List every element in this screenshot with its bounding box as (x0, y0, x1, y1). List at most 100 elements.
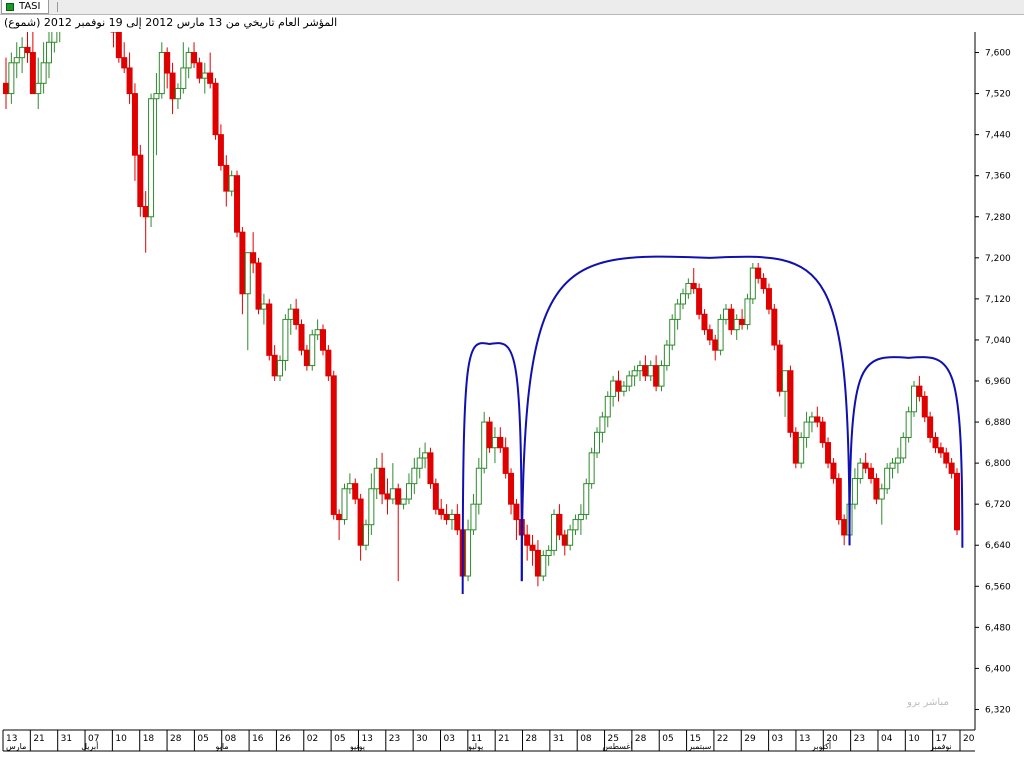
candle-body (868, 467, 875, 480)
candle-body (427, 452, 434, 485)
candle-body (706, 329, 713, 341)
candle-body (330, 375, 337, 515)
candle-body (610, 380, 617, 397)
candle-body (164, 52, 171, 74)
candle-body (201, 72, 208, 79)
y-tick-label: 7,040 (985, 336, 1011, 346)
candle-body (911, 385, 918, 413)
month-label: أكتوبر (811, 741, 831, 751)
candle-body (35, 82, 42, 95)
candle-body (534, 549, 541, 577)
candle-body (416, 457, 423, 469)
candle-body (572, 519, 579, 531)
candle-body (287, 308, 294, 320)
candle (787, 365, 794, 438)
candle-body (29, 52, 36, 95)
candle-body (588, 452, 595, 485)
candle (325, 345, 332, 381)
candle-body (481, 421, 488, 469)
y-tick-label: 6,560 (985, 582, 1011, 592)
candle-body (540, 555, 547, 577)
candle-body (486, 421, 493, 449)
candle-body (927, 416, 934, 438)
tab-label: TASI (19, 1, 41, 12)
candle-body (749, 267, 756, 300)
y-tick-label: 7,520 (985, 90, 1011, 100)
candle-body (551, 513, 558, 551)
candle-body (346, 483, 353, 490)
candle-body (303, 349, 310, 367)
candle-body (395, 488, 402, 505)
candle-body (13, 57, 20, 64)
x-tick-label: 31 (553, 734, 564, 744)
candle (771, 304, 778, 351)
month-label: يوليو (467, 742, 483, 751)
candle-body (405, 483, 412, 500)
candle-body (733, 318, 740, 331)
candle-body (115, 32, 122, 59)
tab-color-icon (6, 2, 14, 11)
tab-tasi[interactable]: TASI (1, 0, 50, 14)
candle-body (943, 452, 950, 464)
x-tick-label: 28 (170, 734, 182, 744)
candle-body (513, 503, 520, 521)
candlestick-chart[interactable]: 7,600 7,520 7,440 7,360 7,280 7,200 7,120 7,040… (0, 32, 1024, 768)
candle-body (642, 365, 649, 377)
candle (432, 478, 439, 515)
candle-body (234, 175, 241, 233)
candle (954, 468, 960, 535)
candle-body (932, 436, 939, 449)
candle-body (567, 529, 574, 546)
candle-body (266, 303, 273, 356)
y-tick-label: 6,880 (985, 418, 1011, 428)
candle-body (916, 385, 923, 397)
month-label: مايو (215, 742, 229, 751)
candle-body (336, 513, 343, 521)
candle-body (556, 513, 563, 536)
x-tick-label: 10 (908, 734, 920, 744)
candle-body (948, 462, 955, 474)
candle-body (400, 498, 407, 505)
candle-body (524, 534, 531, 546)
candle-body (454, 513, 461, 531)
candle-body (362, 524, 369, 546)
y-tick-label: 6,320 (985, 705, 1011, 715)
candle-body (728, 308, 735, 331)
candle-body (701, 313, 708, 331)
candle-body (712, 339, 719, 351)
candle-body (207, 72, 214, 84)
candle-body (411, 467, 418, 485)
candle-body (3, 82, 9, 95)
y-tick-label: 6,400 (985, 664, 1011, 674)
candle-body (937, 447, 944, 454)
x-tick-label: 28 (526, 734, 538, 744)
y-tick-label: 7,120 (985, 295, 1011, 305)
candle (835, 473, 842, 525)
tab-separator (57, 2, 58, 12)
candle (905, 406, 912, 443)
y-tick-label: 6,960 (985, 377, 1011, 387)
candle-body (631, 370, 638, 377)
candle-body (626, 375, 633, 387)
chart-title: المؤشر العام تاريخي من 13 مارس 2012 إلى … (4, 16, 338, 29)
candle-body (373, 467, 380, 490)
x-tick-label: 16 (252, 734, 264, 744)
candle-body (277, 359, 284, 377)
y-tick-label: 7,600 (985, 49, 1011, 59)
candle-body (180, 67, 187, 89)
candle (551, 509, 558, 556)
x-tick-label: 05 (334, 734, 345, 744)
candle (427, 447, 434, 489)
month-label: نوفمبر (929, 742, 952, 751)
x-tick-label: 21 (498, 734, 509, 744)
candle (309, 329, 316, 371)
y-tick-label: 6,480 (985, 623, 1011, 633)
candle-body (470, 503, 477, 531)
x-tick-label: 18 (143, 734, 155, 744)
candle-body (594, 431, 601, 454)
x-tick-label: 05 (197, 734, 208, 744)
candle-body (529, 544, 536, 551)
candle-body (142, 206, 149, 218)
candle-body (739, 318, 746, 326)
candle-body (341, 488, 348, 521)
